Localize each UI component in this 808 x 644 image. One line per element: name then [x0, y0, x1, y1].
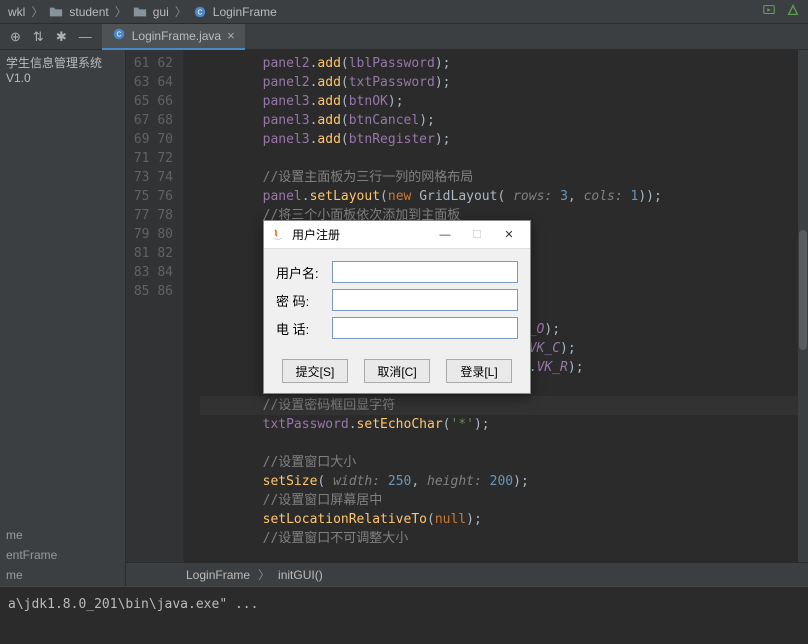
sidebar-item[interactable]: entFrame: [6, 548, 119, 562]
expand-icon[interactable]: ⇅: [33, 29, 44, 45]
editor-tab[interactable]: C LoginFrame.java ×: [102, 24, 245, 50]
password-label: 密 码:: [276, 291, 332, 310]
username-label: 用户名:: [276, 263, 332, 282]
code-line: //设置窗口大小: [200, 453, 808, 472]
class-icon: C: [193, 5, 207, 19]
folder-icon: [49, 5, 63, 19]
code-line: //设置主面板为三行一列的网格布局: [200, 168, 808, 187]
project-sidebar: 学生信息管理系统V1.0 me entFrame me: [0, 50, 126, 586]
breadcrumb-item[interactable]: student: [69, 5, 108, 19]
chevron-right-icon: 〉: [175, 3, 187, 20]
breadcrumb-item[interactable]: LoginFrame: [213, 5, 277, 19]
run-target-icon[interactable]: [762, 3, 776, 20]
dialog-titlebar[interactable]: 用户注册 — ☐ ✕: [264, 221, 530, 249]
chevron-right-icon: 〉: [31, 3, 43, 20]
maximize-icon[interactable]: ☐: [462, 224, 492, 246]
svg-text:C: C: [116, 32, 121, 39]
gear-icon[interactable]: ✱: [56, 29, 67, 45]
minimize-icon[interactable]: —: [430, 224, 460, 246]
code-line: [200, 434, 808, 453]
dialog-title: 用户注册: [292, 226, 340, 243]
code-line: panel2.add(txtPassword);: [200, 73, 808, 92]
sidebar-item[interactable]: me: [6, 528, 119, 542]
chevron-right-icon: 〉: [258, 566, 270, 583]
code-line: setLocationRelativeTo(null);: [200, 510, 808, 529]
submit-button[interactable]: 提交[S]: [282, 359, 348, 383]
scrollbar[interactable]: [798, 50, 808, 562]
register-dialog: 用户注册 — ☐ ✕ 用户名: 密 码: 电 话: 提交[S] 取消[C] 登录…: [263, 220, 531, 394]
breadcrumb: wkl 〉 student 〉 gui 〉 C LoginFrame: [0, 0, 808, 24]
code-line: //设置窗口不可调整大小: [200, 529, 808, 548]
editor-status: LoginFrame 〉 initGUI(): [126, 562, 808, 586]
line-gutter: 61 62 63 64 65 66 67 68 69 70 71 72 73 7…: [126, 50, 184, 562]
breadcrumb-item[interactable]: gui: [153, 5, 169, 19]
svg-text:C: C: [197, 9, 202, 16]
code-line: panel2.add(lblPassword);: [200, 54, 808, 73]
folder-icon: [133, 5, 147, 19]
console-output: a\jdk1.8.0_201\bin\java.exe" ...: [0, 586, 808, 642]
chevron-right-icon: 〉: [115, 3, 127, 20]
minimize-icon[interactable]: —: [79, 29, 92, 45]
code-line: txtPassword.setEchoChar('*');: [200, 415, 808, 434]
tab-label: LoginFrame.java: [132, 29, 221, 43]
username-field[interactable]: [332, 261, 518, 283]
code-line: setSize( width: 250, height: 200);: [200, 472, 808, 491]
code-line: panel3.add(btnCancel);: [200, 111, 808, 130]
code-line: //设置窗口屏幕居中: [200, 491, 808, 510]
java-icon: [270, 227, 286, 243]
cancel-button[interactable]: 取消[C]: [364, 359, 430, 383]
project-root[interactable]: 学生信息管理系统V1.0: [6, 54, 119, 85]
code-line: [200, 149, 808, 168]
code-line: //设置密码框回显字符: [200, 396, 808, 415]
close-icon[interactable]: ✕: [494, 224, 524, 246]
code-line: panel.setLayout(new GridLayout( rows: 3,…: [200, 187, 808, 206]
code-line: panel3.add(btnRegister);: [200, 130, 808, 149]
collapse-icon[interactable]: ⊕: [10, 29, 21, 45]
phone-label: 电 话:: [276, 319, 332, 338]
login-button[interactable]: 登录[L]: [446, 359, 512, 383]
status-method: initGUI(): [278, 568, 323, 582]
class-icon: C: [112, 27, 126, 44]
build-icon[interactable]: [786, 3, 800, 20]
status-class: LoginFrame: [186, 568, 250, 582]
breadcrumb-item[interactable]: wkl: [8, 5, 25, 19]
close-icon[interactable]: ×: [227, 28, 235, 43]
sidebar-item[interactable]: me: [6, 568, 119, 582]
toolbar: ⊕ ⇅ ✱ — C LoginFrame.java ×: [0, 24, 808, 50]
console-text: a\jdk1.8.0_201\bin\java.exe" ...: [8, 597, 258, 612]
phone-field[interactable]: [332, 317, 518, 339]
scroll-thumb[interactable]: [799, 230, 807, 350]
code-line: panel3.add(btnOK);: [200, 92, 808, 111]
password-field[interactable]: [332, 289, 518, 311]
